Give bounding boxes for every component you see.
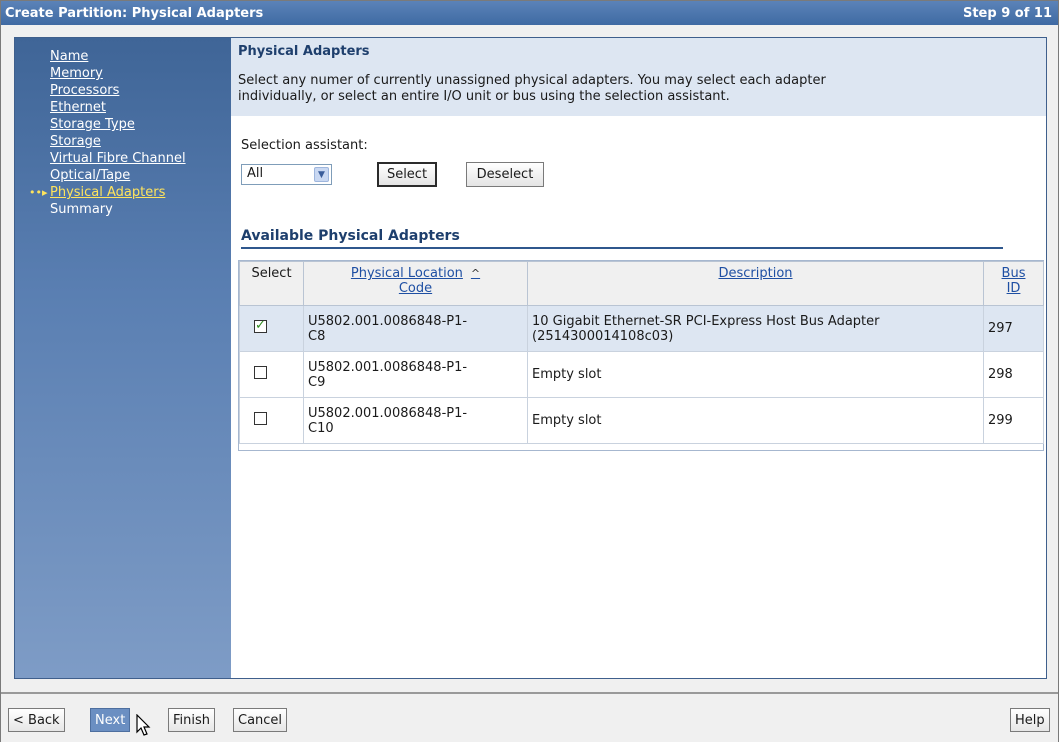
bus-header-line1: Bus: [1001, 266, 1026, 281]
location-cell: U5802.001.0086848-P1- C10: [303, 397, 528, 444]
description-line1: 10 Gigabit Ethernet-SR PCI-Express Host …: [532, 313, 880, 329]
row-select-cell: [239, 397, 304, 444]
column-header-bus-id[interactable]: Bus ID: [983, 261, 1044, 306]
select-value: All: [247, 166, 264, 181]
bus-id-cell: 297: [983, 305, 1044, 352]
nav-item-label: Physical Adapters: [50, 185, 166, 200]
select-button[interactable]: Select: [377, 162, 437, 187]
adapters-table-container: Select Physical Location ^ Code Descripti…: [238, 260, 1044, 451]
wizard-nav: Name Memory Processors Ethernet Storage …: [15, 38, 231, 678]
step-indicator: Step 9 of 11: [962, 5, 1052, 21]
row-checkbox[interactable]: [254, 366, 267, 379]
nav-item-optical-tape[interactable]: Optical/Tape: [15, 167, 231, 184]
table-row[interactable]: U5802.001.0086848-P1- C9 Empty slot 298: [239, 351, 1044, 398]
table-header-row: Select Physical Location ^ Code Descripti…: [239, 261, 1044, 306]
selection-assistant-label: Selection assistant:: [241, 138, 368, 153]
location-line1: U5802.001.0086848-P1-: [308, 313, 468, 329]
column-header-select: Select: [239, 261, 304, 306]
cancel-button[interactable]: Cancel: [233, 708, 288, 732]
available-adapters-title: Available Physical Adapters: [241, 228, 460, 244]
title-bar: Create Partition: Physical Adapters Step…: [1, 1, 1058, 25]
mouse-pointer-icon: [136, 714, 151, 736]
row-checkbox[interactable]: [254, 318, 267, 333]
description-line-2: individually, or select an entire I/O un…: [238, 89, 730, 104]
nav-item-physical-adapters[interactable]: ••▸ Physical Adapters: [15, 184, 231, 201]
nav-item-virtual-fibre-channel[interactable]: Virtual Fibre Channel: [15, 150, 231, 167]
location-header-line1: Physical Location: [350, 266, 463, 281]
row-select-cell: [239, 305, 304, 352]
column-header-location[interactable]: Physical Location ^ Code: [303, 261, 528, 306]
location-line1: U5802.001.0086848-P1-: [308, 359, 468, 375]
nav-item-ethernet[interactable]: Ethernet: [15, 99, 231, 116]
description-cell: 10 Gigabit Ethernet-SR PCI-Express Host …: [527, 305, 984, 352]
sort-ascending-icon[interactable]: ^: [471, 267, 480, 280]
location-line1: U5802.001.0086848-P1-: [308, 405, 468, 421]
bus-id-cell: 298: [983, 351, 1044, 398]
section-header: Physical Adapters Select any numer of cu…: [231, 38, 1046, 116]
nav-item-name[interactable]: Name: [15, 48, 231, 65]
wizard-body: Name Memory Processors Ethernet Storage …: [14, 37, 1047, 679]
row-checkbox[interactable]: [254, 412, 267, 425]
title-divider: [241, 247, 1003, 249]
nav-item-processors[interactable]: Processors: [15, 82, 231, 99]
double-arrow-icon: ••▸: [29, 186, 48, 199]
location-line2: C10: [308, 420, 334, 436]
location-cell: U5802.001.0086848-P1- C8: [303, 305, 528, 352]
table-row[interactable]: U5802.001.0086848-P1- C10 Empty slot 299: [239, 397, 1044, 444]
location-line2: C8: [308, 328, 326, 344]
table-row[interactable]: U5802.001.0086848-P1- C8 10 Gigabit Ethe…: [239, 305, 1044, 352]
description-cell: Empty slot: [527, 351, 984, 398]
nav-item-memory[interactable]: Memory: [15, 65, 231, 82]
bus-header-line2: ID: [1006, 281, 1021, 296]
back-button[interactable]: < Back: [8, 708, 65, 732]
next-button[interactable]: Next: [90, 708, 131, 732]
location-header-line2: Code: [398, 281, 433, 296]
selection-assistant-select[interactable]: All ▼: [241, 164, 332, 185]
nav-item-storage[interactable]: Storage: [15, 133, 231, 150]
section-title: Physical Adapters: [238, 44, 370, 59]
main-content: Physical Adapters Select any numer of cu…: [231, 38, 1046, 678]
chevron-down-icon[interactable]: ▼: [314, 167, 329, 182]
location-cell: U5802.001.0086848-P1- C9: [303, 351, 528, 398]
description-line-1: Select any numer of currently unassigned…: [238, 73, 826, 88]
deselect-button[interactable]: Deselect: [466, 162, 544, 187]
nav-item-storage-type[interactable]: Storage Type: [15, 116, 231, 133]
section-description: Select any numer of currently unassigned…: [238, 73, 1038, 105]
bus-id-cell: 299: [983, 397, 1044, 444]
location-line2: C9: [308, 374, 326, 390]
description-cell: Empty slot: [527, 397, 984, 444]
wizard-window: Create Partition: Physical Adapters Step…: [0, 0, 1059, 742]
nav-item-summary: Summary: [50, 202, 113, 217]
help-button[interactable]: Help: [1010, 708, 1050, 732]
wizard-footer: < Back Next Finish Cancel Help: [1, 692, 1058, 742]
row-select-cell: [239, 351, 304, 398]
finish-button[interactable]: Finish: [168, 708, 216, 732]
column-header-description[interactable]: Description: [527, 261, 984, 306]
description-line2: (2514300014108c03): [532, 328, 674, 344]
window-title: Create Partition: Physical Adapters: [5, 5, 264, 21]
adapters-table: Select Physical Location ^ Code Descripti…: [239, 261, 1044, 444]
